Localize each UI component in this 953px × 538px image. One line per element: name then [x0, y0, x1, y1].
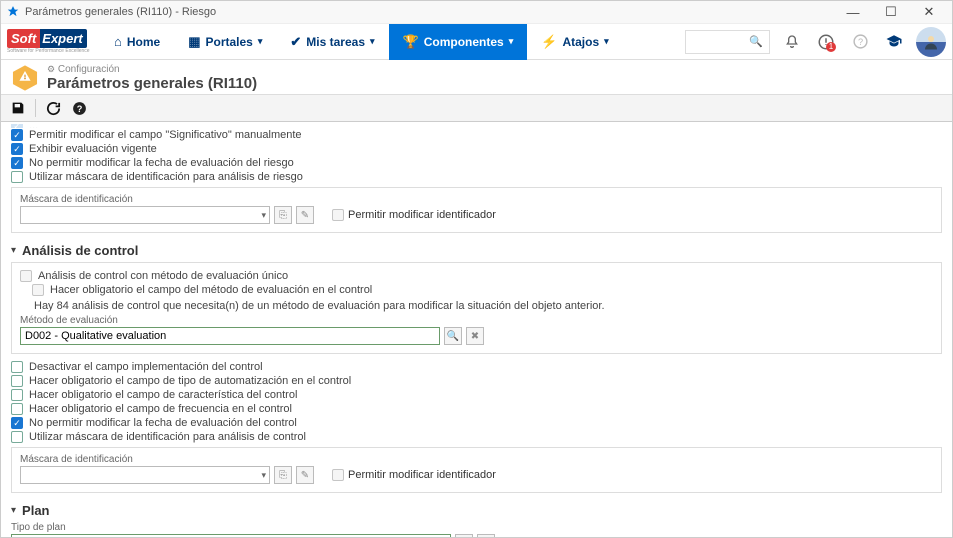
help-button[interactable]: ?	[848, 30, 872, 54]
chk-oblig-auto-label: Hacer obligatorio el campo de tipo de au…	[29, 375, 351, 387]
module-icon	[11, 64, 39, 92]
maximize-button[interactable]: ☐	[873, 2, 909, 22]
metodo-input[interactable]	[20, 327, 440, 345]
nav-componentes[interactable]: 🏆 Componentes ▾	[389, 24, 528, 60]
minimize-button[interactable]: ―	[835, 2, 871, 22]
alerts-button[interactable]: 1	[814, 30, 838, 54]
tipo-plan-label: Tipo de plan	[11, 522, 942, 533]
caret-icon: ▾	[604, 36, 609, 47]
search-icon[interactable]: 🔍	[749, 35, 763, 48]
nav-home[interactable]: ⌂ Home	[100, 24, 174, 60]
chk-oblig-frec-label: Hacer obligatorio el campo de frecuencia…	[29, 403, 292, 415]
chk-exhibir[interactable]	[11, 143, 23, 155]
chk-exhibir-label: Exhibir evaluación vigente	[29, 143, 157, 155]
chk-oblig-auto[interactable]	[11, 375, 23, 387]
avatar[interactable]	[916, 27, 946, 57]
gear-icon: ⚙	[47, 64, 55, 74]
chk-permitir-id-riesgo-label: Permitir modificar identificador	[348, 209, 496, 221]
nav-home-label: Home	[127, 35, 160, 49]
logo: SoftExpert Software for Performance Exce…	[7, 28, 95, 56]
mascara-control-label: Máscara de identificación	[20, 454, 933, 465]
chk-obligatorio-metodo-label: Hacer obligatorio el campo del método de…	[50, 284, 372, 296]
svg-text:?: ?	[857, 37, 862, 47]
chk-permitir-id-riesgo	[332, 209, 344, 221]
mascara-control-edit[interactable]: ✎	[296, 466, 314, 484]
section-title-plan: Plan	[22, 503, 49, 518]
breadcrumb-config[interactable]: Configuración	[58, 64, 120, 75]
chk-permitir-id-control-label: Permitir modificar identificador	[348, 469, 496, 481]
chk-permitir-id-control	[332, 469, 344, 481]
window-title: Parámetros generales (RI110) - Riesgo	[25, 6, 835, 18]
chk-oblig-carac[interactable]	[11, 389, 23, 401]
tipo-plan-clear[interactable]: ✖	[477, 534, 495, 537]
caret-icon: ▾	[509, 36, 514, 47]
caret-icon: ▾	[258, 36, 263, 47]
refresh-button[interactable]	[42, 97, 64, 119]
mascara-riesgo-combo[interactable]: ▾	[20, 206, 270, 224]
chk-mascara-riesgo-label: Utilizar máscara de identificación para …	[29, 171, 303, 183]
metodo-label: Método de evaluación	[20, 315, 933, 326]
chk-nopermitir-control-label: No permitir modificar la fecha de evalua…	[29, 417, 297, 429]
section-toggle-analisis[interactable]: ▾	[11, 245, 16, 256]
metodo-search[interactable]: 🔍	[444, 327, 462, 345]
metodo-clear[interactable]: ✖	[466, 327, 484, 345]
chk-oblig-carac-label: Hacer obligatorio el campo de caracterís…	[29, 389, 297, 401]
nav-componentes-label: Componentes	[424, 35, 504, 49]
home-icon: ⌂	[114, 34, 122, 49]
nav-atajos-label: Atajos	[562, 35, 599, 49]
mascara-riesgo-label: Máscara de identificación	[20, 194, 933, 205]
check-icon: ✔	[290, 34, 301, 50]
chk-nopermitir-riesgo-label: No permitir modificar la fecha de evalua…	[29, 157, 294, 169]
help-tool-button[interactable]: ?	[68, 97, 90, 119]
page-title: Parámetros generales (RI110)	[47, 75, 257, 92]
nav-mistareas-label: Mis tareas	[306, 35, 365, 49]
chk-metodo-unico[interactable]	[20, 270, 32, 282]
chk-obligatorio-metodo[interactable]	[32, 284, 44, 296]
analisis-info: Hay 84 análisis de control que necesita(…	[20, 297, 933, 313]
app-icon	[6, 5, 20, 19]
chk-oblig-frec[interactable]	[11, 403, 23, 415]
nav-portales[interactable]: ▦ Portales ▾	[174, 24, 276, 60]
chk-mascara-control[interactable]	[11, 431, 23, 443]
mascara-riesgo-copy[interactable]: ⎘	[274, 206, 292, 224]
search-box[interactable]: 🔍	[685, 30, 770, 54]
chk-nopermitir-riesgo[interactable]	[11, 157, 23, 169]
chk-desactivar[interactable]	[11, 361, 23, 373]
nav-atajos[interactable]: ⚡ Atajos ▾	[527, 24, 622, 60]
chk-significativo[interactable]	[11, 129, 23, 141]
chk-desactivar-label: Desactivar el campo implementación del c…	[29, 361, 263, 373]
caret-icon: ▾	[370, 36, 375, 47]
svg-text:?: ?	[76, 104, 82, 114]
chk-mascara-control-label: Utilizar máscara de identificación para …	[29, 431, 306, 443]
tipo-plan-input[interactable]	[11, 534, 451, 537]
chk-significativo-label: Permitir modificar el campo "Significati…	[29, 129, 302, 141]
notifications-button[interactable]	[780, 30, 804, 54]
nav-portales-label: Portales	[206, 35, 253, 49]
bolt-icon: ⚡	[541, 34, 557, 50]
chk-mascara-riesgo[interactable]	[11, 171, 23, 183]
alert-badge: 1	[826, 42, 836, 52]
tipo-plan-search[interactable]: 🔍	[455, 534, 473, 537]
trophy-icon: 🏆	[403, 34, 419, 50]
close-button[interactable]: ✕	[911, 2, 947, 22]
chk-metodo-unico-label: Análisis de control con método de evalua…	[38, 270, 288, 282]
mascara-control-combo[interactable]: ▾	[20, 466, 270, 484]
section-toggle-plan[interactable]: ▾	[11, 505, 16, 516]
section-title-analisis: Análisis de control	[22, 243, 138, 258]
search-input[interactable]	[692, 36, 749, 48]
chk-nopermitir-control[interactable]	[11, 417, 23, 429]
nav-mistareas[interactable]: ✔ Mis tareas ▾	[276, 24, 388, 60]
mascara-control-copy[interactable]: ⎘	[274, 466, 292, 484]
save-button[interactable]	[7, 97, 29, 119]
portales-icon: ▦	[188, 34, 200, 50]
mascara-riesgo-edit[interactable]: ✎	[296, 206, 314, 224]
graduation-button[interactable]	[882, 30, 906, 54]
